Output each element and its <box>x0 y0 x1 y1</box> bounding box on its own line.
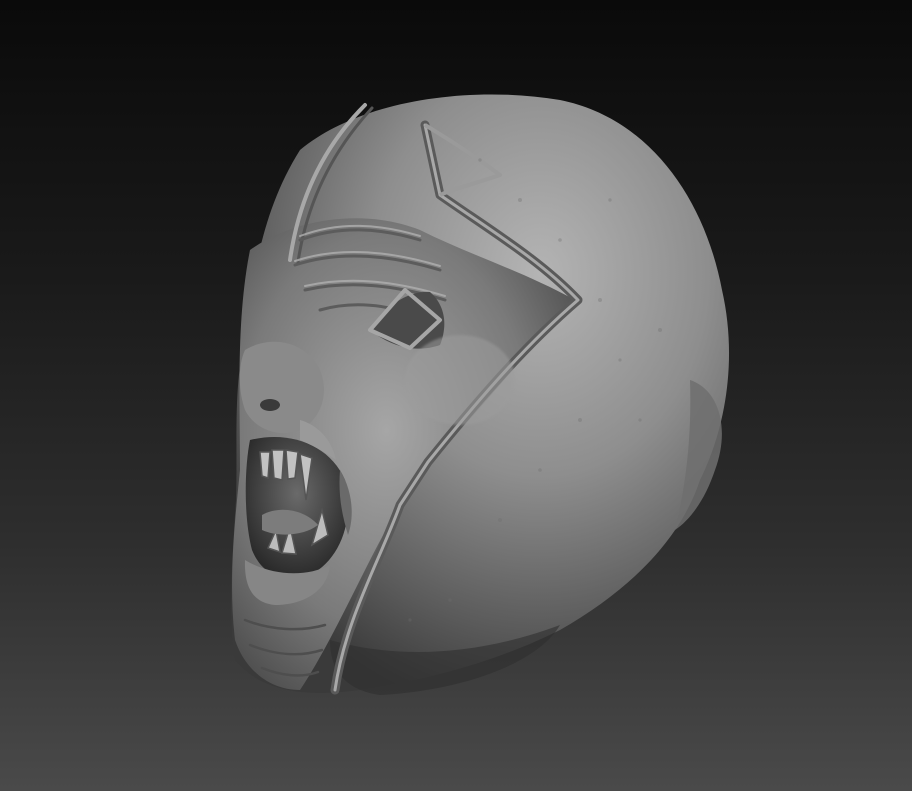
sculpt-viewport[interactable] <box>0 0 912 791</box>
sculpt-canvas <box>231 94 730 695</box>
cheek-bulge <box>405 335 515 425</box>
nostril <box>260 399 280 411</box>
